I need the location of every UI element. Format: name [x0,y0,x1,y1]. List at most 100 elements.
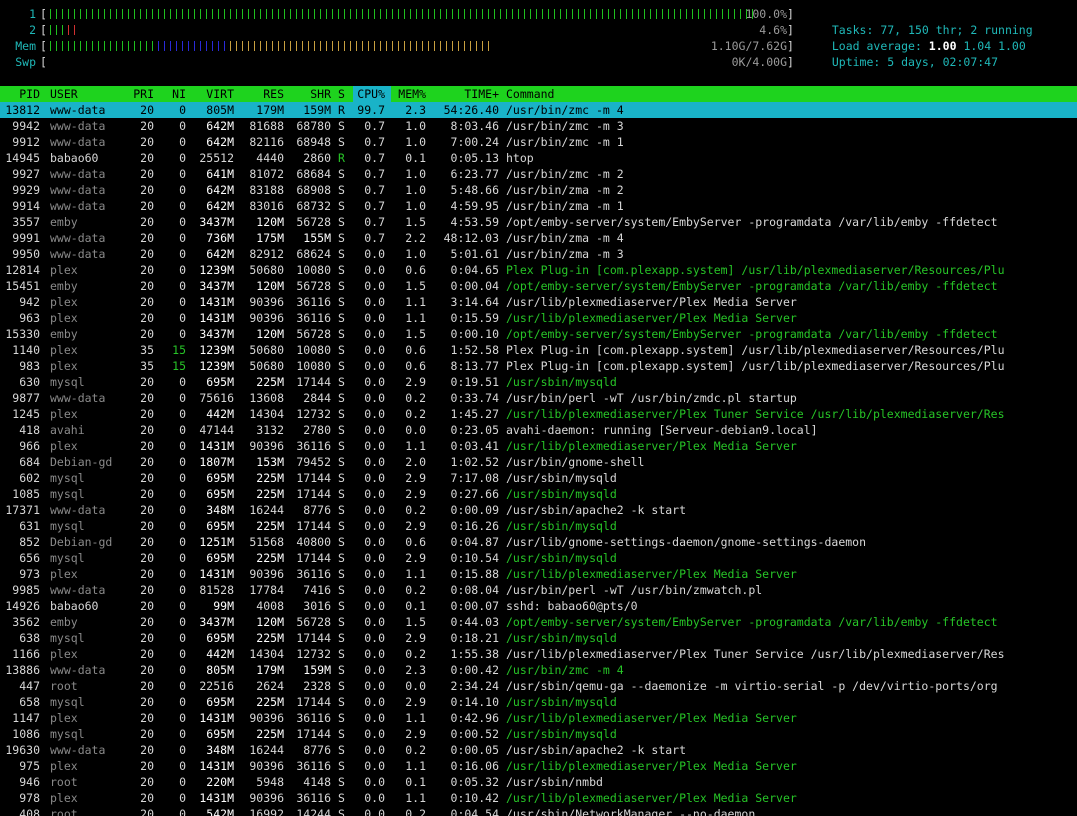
column-header-pri[interactable]: PRI [120,86,154,102]
cell-shr: 2780 [303,423,331,437]
cell-pid: 418 [19,423,40,437]
cell-res: 16244 [249,743,284,757]
process-row[interactable]: 631 mysql 20 0 695M 225M 17144 S 0.0 2.9 0:16.26/u… [0,518,1077,534]
cell-shr: 7416 [303,583,331,597]
process-row[interactable]: 684 Debian-gd 20 0 1807M 153M 79452 S 0.0 2.0 1:02… [0,454,1077,470]
process-row[interactable]: 9927 www-data 20 0 641M 81072 68684 S 0.7 1.0 6:23… [0,166,1077,182]
process-row[interactable]: 656 mysql 20 0 695M 225M 17144 S 0.0 2.9 0:10.54/u… [0,550,1077,566]
cell-cmd: Plex Plug-in [com.plexapp.system] /usr/l… [506,343,1005,357]
process-row[interactable]: 9950 www-data 20 0 642M 82912 68624 S 0.0 1.0 5:01… [0,246,1077,262]
cell-mem: 0.0 [405,679,426,693]
cell-s: S [338,599,345,613]
meter-tick [626,9,627,19]
process-row[interactable]: 15451 emby 20 0 3437M 120M 56728 S 0.0 1.5 0:00.04… [0,278,1077,294]
process-row[interactable]: 19630 www-data 20 0 348M 16244 8776 S 0.0 0.2 0:00… [0,742,1077,758]
cell-s: S [338,487,345,501]
meter-tick [194,41,195,51]
process-row[interactable]: 12814 plex 20 0 1239M 50680 10080 S 0.0 0.6 0:04.6… [0,262,1077,278]
process-row[interactable]: 15330 emby 20 0 3437M 120M 56728 S 0.0 1.5 0:00.10… [0,326,1077,342]
process-row[interactable]: 852 Debian-gd 20 0 1251M 51568 40800 S 0.0 0.6 0:0… [0,534,1077,550]
cell-user: emby [50,279,78,293]
cell-virt: 695M [206,471,234,485]
process-row[interactable]: 978 plex 20 0 1431M 90396 36116 S 0.0 1.1 0:10.42 /… [0,790,1077,806]
cell-cmd: /usr/sbin/mysqld [506,695,617,709]
meter-tick [92,41,93,51]
meter-tick [620,9,621,19]
meter-tick [134,41,135,51]
process-row[interactable]: 1245 plex 20 0 442M 14304 12732 S 0.0 0.2 1:45.27 /… [0,406,1077,422]
meter-tick [236,41,237,51]
process-row[interactable]: 630 mysql 20 0 695M 225M 17144 S 0.0 2.9 0:19.51/u… [0,374,1077,390]
process-row[interactable]: 9914 www-data 20 0 642M 83016 68732 S 0.7 1.0 4:59… [0,198,1077,214]
process-row[interactable]: 966 plex 20 0 1431M 90396 36116 S 0.0 1.1 0:03.41 /… [0,438,1077,454]
cell-shr: 68780 [296,119,331,133]
cell-res: 90396 [249,759,284,773]
process-row[interactable]: 447 root 20 0 22516 2624 2328 S 0.0 0.0 2:34.24/us… [0,678,1077,694]
column-header-res[interactable]: RES [238,86,284,102]
meter-tick [356,41,357,51]
process-row[interactable]: 13812 www-data 20 0 805M 179M 159M R 99.7 2.3 54:2… [0,102,1077,118]
process-row[interactable]: 9929 www-data 20 0 642M 83188 68908 S 0.7 1.0 5:48… [0,182,1077,198]
process-row[interactable]: 946 root 20 0 220M 5948 4148 S 0.0 0.1 0:05.32/usr… [0,774,1077,790]
column-header-s[interactable]: S [338,86,348,102]
meter-tick [272,9,273,19]
cell-pid: 14945 [5,151,40,165]
cell-mem: 0.6 [405,263,426,277]
cell-pid: 656 [19,551,40,565]
cell-pid: 9927 [12,167,40,181]
process-row[interactable]: 1166 plex 20 0 442M 14304 12732 S 0.0 0.2 1:55.38 /… [0,646,1077,662]
cell-time: 0:05.32 [450,775,499,789]
cell-time: 0:15.59 [450,311,499,325]
process-row[interactable]: 9985 www-data 20 0 81528 17784 7416 S 0.0 0.2 0:08… [0,582,1077,598]
meter-open-bracket: [ [40,55,47,69]
process-row[interactable]: 14945 babao60 20 0 25512 4440 2860 R 0.7 0.1 0:05.… [0,150,1077,166]
process-row[interactable]: 3557 emby 20 0 3437M 120M 56728 S 0.7 1.5 4:53.59 /… [0,214,1077,230]
cell-pri: 20 [140,183,154,197]
process-row[interactable]: 418 avahi 20 0 47144 3132 2780 S 0.0 0.0 0:23.05 av… [0,422,1077,438]
cell-cpu: 99.7 [357,103,385,117]
cell-res: 120M [256,215,284,229]
process-row[interactable]: 975 plex 20 0 1431M 90396 36116 S 0.0 1.1 0:16.06 /… [0,758,1077,774]
cell-pri: 20 [140,215,154,229]
process-row[interactable]: 942 plex 20 0 1431M 90396 36116 S 0.0 1.1 3:14.64 /… [0,294,1077,310]
process-row[interactable]: 963 plex 20 0 1431M 90396 36116 S 0.0 1.1 0:15.59 /… [0,310,1077,326]
process-row[interactable]: 408 root 20 0 542M 16992 14244 S 0.0 0.2 0:04.54/u… [0,806,1077,816]
column-header-cpu[interactable]: CPU% [351,86,385,102]
column-header-time[interactable]: TIME+ [429,86,499,102]
process-row[interactable]: 3562 emby 20 0 3437M 120M 56728 S 0.0 1.5 0:44.03 /… [0,614,1077,630]
column-header-ni[interactable]: NI [160,86,186,102]
process-row[interactable]: 1140 plex 35 15 1239M 50680 10080 S 0.0 0.6 1:52.5… [0,342,1077,358]
meter-tick [632,9,633,19]
process-row[interactable]: 9877 www-data 20 0 75616 13608 2844 S 0.0 0.2 0:33… [0,390,1077,406]
column-header-user[interactable]: USER [50,86,130,102]
cell-pid: 1245 [12,407,40,421]
cell-cpu: 0.0 [364,487,385,501]
column-header-command[interactable]: Command [506,86,1077,102]
process-row[interactable]: 602 mysql 20 0 695M 225M 17144 S 0.0 2.9 7:17.08/u… [0,470,1077,486]
process-row[interactable]: 9912 www-data 20 0 642M 82116 68948 S 0.7 1.0 7:00… [0,134,1077,150]
cell-virt: 25512 [199,151,234,165]
process-row[interactable]: 983 plex 35 15 1239M 50680 10080 S 0.0 0.6 8:13.77… [0,358,1077,374]
meter-tick [392,9,393,19]
process-row[interactable]: 638 mysql 20 0 695M 225M 17144 S 0.0 2.9 0:18.21/u… [0,630,1077,646]
cell-s: S [338,711,345,725]
process-row[interactable]: 17371 www-data 20 0 348M 16244 8776 S 0.0 0.2 0:00… [0,502,1077,518]
meter-value-swp: 0K/4.00G [731,55,787,69]
process-row[interactable]: 973 plex 20 0 1431M 90396 36116 S 0.0 1.1 0:15.88 /… [0,566,1077,582]
process-row[interactable]: 9991 www-data 20 0 736M 175M 155M S 0.7 2.2 48:12.… [0,230,1077,246]
process-row[interactable]: 13886 www-data 20 0 805M 179M 159M S 0.0 2.3 0:00.… [0,662,1077,678]
column-header-shr[interactable]: SHR [287,86,331,102]
process-row[interactable]: 1086 mysql 20 0 695M 225M 17144 S 0.0 2.9 0:00.52 /… [0,726,1077,742]
column-header-virt[interactable]: VIRT [190,86,234,102]
column-header-mem[interactable]: MEM% [390,86,426,102]
process-row[interactable]: 658 mysql 20 0 695M 225M 17144 S 0.0 2.9 0:14.10/u… [0,694,1077,710]
cell-virt: 1431M [199,311,234,325]
cell-user: mysql [50,695,85,709]
tasks-summary: Tasks: 77, 150 thr; 2 running [818,6,1033,37]
process-row[interactable]: 1085 mysql 20 0 695M 225M 17144 S 0.0 2.9 0:27.66 /… [0,486,1077,502]
process-row[interactable]: 14926 babao60 20 0 99M 4008 3016 S 0.0 0.1 0:00.07… [0,598,1077,614]
process-row[interactable]: 1147 plex 20 0 1431M 90396 36116 S 0.0 1.1 0:42.96… [0,710,1077,726]
cell-virt: 641M [206,167,234,181]
column-header-pid[interactable]: PID [0,86,40,102]
process-row[interactable]: 9942 www-data 20 0 642M 81688 68780 S 0.7 1.0 8:03… [0,118,1077,134]
